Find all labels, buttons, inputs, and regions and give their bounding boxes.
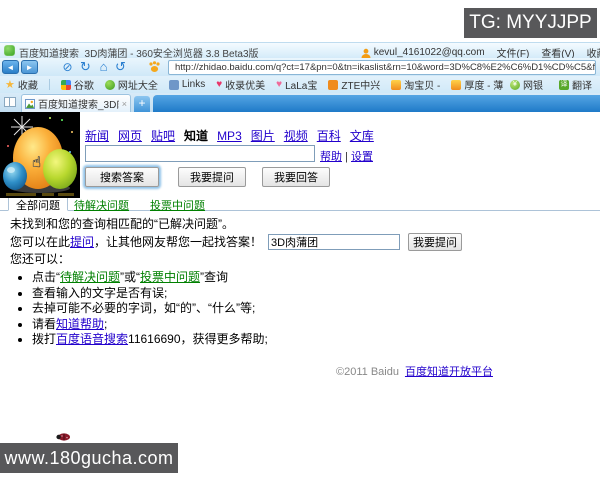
ask-link[interactable]: 提问 (70, 234, 94, 250)
nav-web[interactable]: 网页 (118, 129, 142, 143)
browser-titlebar: 百度知道搜索_3D肉蒲团 - 360安全浏览器 3.8 Beta3版 kevul… (0, 42, 600, 58)
folder-icon (451, 79, 462, 90)
forward-button[interactable]: ► (21, 60, 38, 74)
history-undo-icon[interactable]: ↺ (113, 59, 128, 75)
baidu-service-nav: 新闻 网页 贴吧 知道 MP3 图片 视频 百科 文库 (85, 127, 383, 144)
bookmark-taobao[interactable]: 淘宝贝 - (391, 77, 440, 92)
star-icon: ★ (5, 78, 15, 91)
tg-watermark: TG: MYYJJPP (464, 8, 597, 38)
split-view-icon[interactable] (4, 97, 16, 107)
tab-bar: 百度知道搜索_3D肉蒲团 × + (0, 93, 600, 112)
ask-line: 您可以在此提问，让其他网友帮您一起找答案！ 我要提问 (10, 233, 463, 251)
copyright-text: ©2011 Baidu (336, 366, 399, 378)
bookmark-links[interactable]: Links (168, 79, 205, 90)
suggestion-item: 查看输入的文字是否有误; (32, 286, 462, 302)
suggestion-item: 点击“待解决问题”或“投票中问题”查询 (32, 270, 462, 286)
suggestion-item: 请看知道帮助; (32, 317, 462, 333)
translate-icon: 译 (559, 79, 569, 90)
bookmarks-separator (48, 79, 50, 90)
result-message-area: 未找到和您的查询相匹配的“已解决问题”。 您可以在此 提问 ，让其他网友帮您一起找答… (10, 216, 463, 348)
ladybug-icon (56, 433, 70, 441)
account-area[interactable]: kevul_4161022@qq.com (361, 47, 485, 58)
nav-mp3[interactable]: MP3 (217, 129, 242, 143)
bookmark-zte[interactable]: ZTE中兴 (328, 77, 380, 92)
bookmark-google[interactable]: 谷歌 (60, 77, 94, 92)
menu-favorites[interactable]: 收藏( (587, 45, 600, 58)
suggestion-list: 点击“待解决问题”或“投票中问题”查询 查看输入的文字是否有误; 去掉可能不必要… (10, 270, 462, 348)
nav-tieba[interactable]: 贴吧 (151, 129, 175, 143)
url-text: http://zhidao.baidu.com/q?ct=17&pn=0&tn=… (175, 62, 596, 73)
answer-button[interactable]: 我要回答 (262, 167, 330, 187)
suggestion-item: 拨打百度语音搜索11616690，获得更多帮助; (32, 332, 462, 348)
menu-view[interactable]: 查看(V) (541, 45, 574, 58)
netbank-icon: ¥ (510, 79, 520, 90)
tab-favicon (25, 98, 35, 109)
nav-image[interactable]: 图片 (251, 129, 275, 143)
svg-text:☝: ☝ (32, 153, 41, 171)
site-watermark: www.180gucha.com (0, 443, 178, 473)
nav-wenku[interactable]: 文库 (350, 129, 374, 143)
help-settings-links: 帮助 | 设置 (320, 151, 373, 163)
bookmark-translate[interactable]: 译 翻译 (559, 77, 592, 92)
open-platform-link[interactable]: 百度知道开放平台 (405, 366, 493, 378)
home-icon[interactable]: ⌂ (96, 59, 111, 75)
nav-zhidao-current: 知道 (184, 129, 209, 143)
search-answers-button[interactable]: 搜索答案 (85, 167, 159, 187)
paw-icon[interactable] (148, 61, 161, 73)
bookmark-netbank[interactable]: ¥ 网银 (510, 77, 543, 92)
refresh-icon[interactable]: ↻ (78, 59, 93, 75)
ask-question-input[interactable] (268, 234, 401, 250)
tabbar-filler (153, 95, 600, 112)
tab-voting-questions[interactable]: 投票中问题 (150, 197, 205, 213)
tab-close-icon[interactable]: × (122, 99, 127, 109)
bookmark-houdu[interactable]: 厚度 - 薄 (451, 77, 503, 92)
zte-icon (328, 79, 339, 90)
menu-file[interactable]: 文件(F) (497, 45, 530, 58)
help-link[interactable]: 帮助 (320, 151, 342, 163)
bookmark-favorites[interactable]: ★ 收藏 (5, 77, 38, 92)
golden-eggs-image[interactable]: ☝ (0, 112, 80, 198)
browser-toolbar: ◄ ► ⊘ ↻ ⌂ ↺ http://zhidao.baidu.com/q?ct… (0, 58, 600, 76)
not-found-message: 未找到和您的查询相匹配的“已解决问题”。 (10, 217, 234, 231)
back-button[interactable]: ◄ (2, 60, 19, 74)
zhidao-help-link[interactable]: 知道帮助 (56, 317, 104, 331)
tab-title: 百度知道搜索_3D肉蒲团 (38, 100, 119, 111)
globe-icon (104, 79, 115, 90)
nav-video[interactable]: 视频 (284, 129, 308, 143)
also-can-label: 您还可以： (10, 252, 71, 266)
ask-submit-button[interactable]: 我要提问 (408, 233, 463, 251)
unsolved-link[interactable]: 待解决问题 (60, 270, 120, 284)
voice-search-link[interactable]: 百度语音搜索 (56, 332, 128, 346)
nav-news[interactable]: 新闻 (85, 129, 109, 143)
page-content: ☝ 新闻 网页 贴吧 知道 MP3 图片 视频 百科 文库 帮助 | 设置 搜索答案 我要提问 … (0, 112, 600, 480)
link-icon (168, 79, 179, 90)
tab-unsolved-questions[interactable]: 待解决问题 (74, 197, 129, 213)
bookmark-lala[interactable]: ♥ LaLa宝 (276, 77, 317, 92)
heart-icon: ♥ (276, 78, 283, 90)
stop-icon[interactable]: ⊘ (60, 59, 75, 75)
account-email: kevul_4161022@qq.com (373, 47, 485, 58)
heart-icon: ♥ (216, 78, 223, 90)
window-title: 百度知道搜索_3D肉蒲团 - 360安全浏览器 3.8 Beta3版 (19, 49, 259, 58)
user-avatar-icon (361, 48, 371, 58)
search-input[interactable] (85, 145, 315, 162)
google-icon (60, 79, 71, 90)
bookmark-site-directory[interactable]: 网址大全 (104, 77, 158, 92)
address-bar[interactable]: http://zhidao.baidu.com/q?ct=17&pn=0&tn=… (168, 60, 596, 75)
voting-link[interactable]: 投票中问题 (140, 270, 200, 284)
page-footer: ©2011 Baidu 百度知道开放平台 (336, 363, 493, 379)
bookmarks-bar: ★ 收藏 谷歌 网址大全 Links ♥ 收录优美 ♥ LaLa宝 ZTE中兴 … (0, 76, 600, 93)
browser-360-logo-icon (4, 45, 15, 56)
bookmark-shoulu[interactable]: ♥ 收录优美 (216, 77, 265, 92)
result-tabs: 全部问题 待解决问题 投票中问题 (0, 195, 600, 213)
taobao-icon (391, 79, 402, 90)
ask-question-button[interactable]: 我要提问 (178, 167, 246, 187)
settings-link[interactable]: 设置 (351, 151, 373, 163)
active-tab[interactable]: 百度知道搜索_3D肉蒲团 × (21, 94, 131, 112)
new-tab-button[interactable]: + (134, 96, 150, 112)
nav-baike[interactable]: 百科 (317, 129, 341, 143)
suggestion-item: 去掉可能不必要的字词，如“的”、“什么”等; (32, 301, 462, 317)
